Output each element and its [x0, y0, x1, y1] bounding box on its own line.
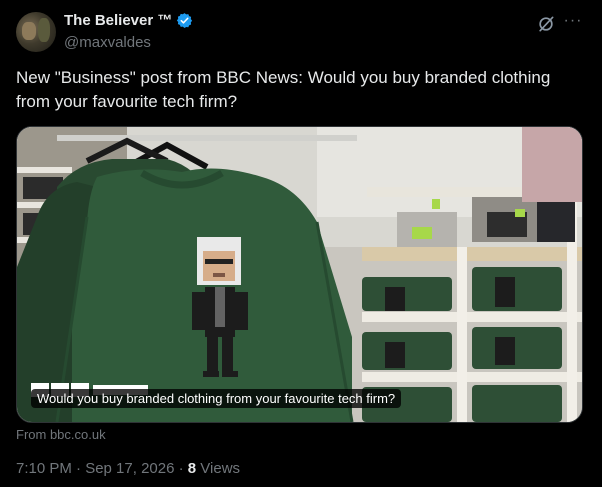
- tweet-meta: 7:10 PM · Sep 17, 2026 · 8 Views: [16, 460, 240, 477]
- card-source[interactable]: From bbc.co.uk: [16, 427, 106, 442]
- meta-separator: ·: [178, 460, 184, 477]
- link-card[interactable]: Would you buy branded clothing from your…: [16, 126, 583, 423]
- views-count: 8: [187, 460, 197, 477]
- tweet-text: New "Business" post from BBC News: Would…: [16, 68, 551, 111]
- more-options-icon[interactable]: ···: [562, 13, 584, 34]
- avatar[interactable]: [16, 12, 56, 52]
- card-image: [17, 127, 582, 422]
- author-handle[interactable]: @maxvaldes: [64, 34, 151, 51]
- card-caption: Would you buy branded clothing from your…: [31, 389, 402, 408]
- timestamp[interactable]: 7:10 PM · Sep 17, 2026: [16, 460, 174, 477]
- display-name[interactable]: The Believer ™: [64, 12, 172, 29]
- author-name-row: The Believer ™: [64, 12, 193, 29]
- grok-icon[interactable]: [536, 14, 556, 34]
- views-label: Views: [200, 460, 241, 477]
- verified-badge-icon: [177, 13, 193, 28]
